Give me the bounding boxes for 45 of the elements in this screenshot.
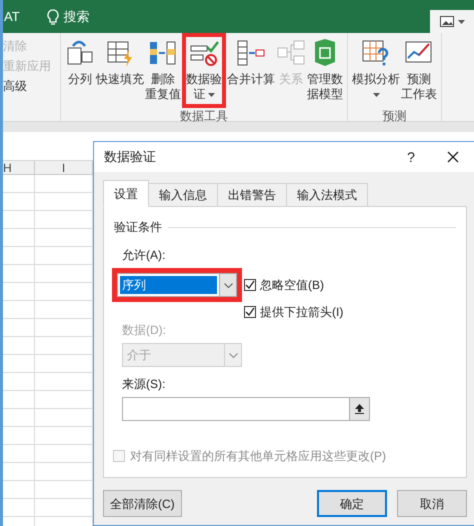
checkbox-option[interactable]: 提供下拉箭头(I) [244,303,344,321]
ribbon-button[interactable]: 数据验 证 [186,37,222,104]
dialog-tab[interactable]: 设置 [103,180,149,207]
ribbon-item[interactable]: 高级 [3,78,60,94]
chevron-down-icon [224,282,232,288]
ribbon-button[interactable]: 合并计算 [227,37,275,104]
dialog-title: 数据验证 [104,148,156,166]
close-icon [447,151,459,163]
ribbon-button[interactable]: 管理数 据模型 [307,37,343,104]
checkbox[interactable] [244,306,256,318]
selected-value: 序列 [120,276,217,294]
help-button[interactable]: ? [398,146,424,168]
dialog-button[interactable]: 全部清除(C) [103,490,182,517]
collapse-button[interactable] [349,398,369,420]
checkmark-icon [245,307,255,317]
checkbox-option[interactable]: 忽略空值(B) [244,276,344,294]
field-label: 来源(S): [122,376,166,393]
upload-arrow-icon [355,404,364,414]
ribbon-button[interactable]: 分列 [65,37,95,104]
checkmark-icon [245,280,255,290]
dialog-button[interactable]: 取消 [397,490,467,517]
grid-question-icon [361,38,391,68]
lightbulb-icon [46,8,60,24]
field-label: 允许(A): [122,247,166,264]
image-icon [440,16,454,27]
search-button[interactable]: 搜索 [46,6,90,26]
section-title: 验证条件 [114,219,162,236]
group-label: 数据工具 [180,108,228,124]
group-label: 预测 [382,108,406,124]
checkbox[interactable] [244,279,256,291]
ribbon-tab[interactable]: AT [4,6,20,26]
ribbon-button[interactable]: 删除 重复值 [145,37,181,104]
consolidate-icon [236,38,266,68]
caret-icon [458,20,464,24]
column-header[interactable]: H [3,161,35,174]
allow-dropdown[interactable]: 序列 [117,273,237,297]
source-field[interactable] [122,397,370,421]
ribbon-button[interactable]: 快速填充 [96,37,144,104]
chevron-down-icon [228,352,238,358]
dialog-button[interactable]: 确定 [317,490,387,517]
ribbon-button[interactable]: 模拟分析 [352,37,400,104]
ribbon-button[interactable]: 预测 工作表 [401,37,437,104]
image-tab[interactable] [430,10,474,33]
dialog-tab[interactable]: 输入法模式 [286,183,368,207]
field-label: 数据(D): [122,322,167,339]
